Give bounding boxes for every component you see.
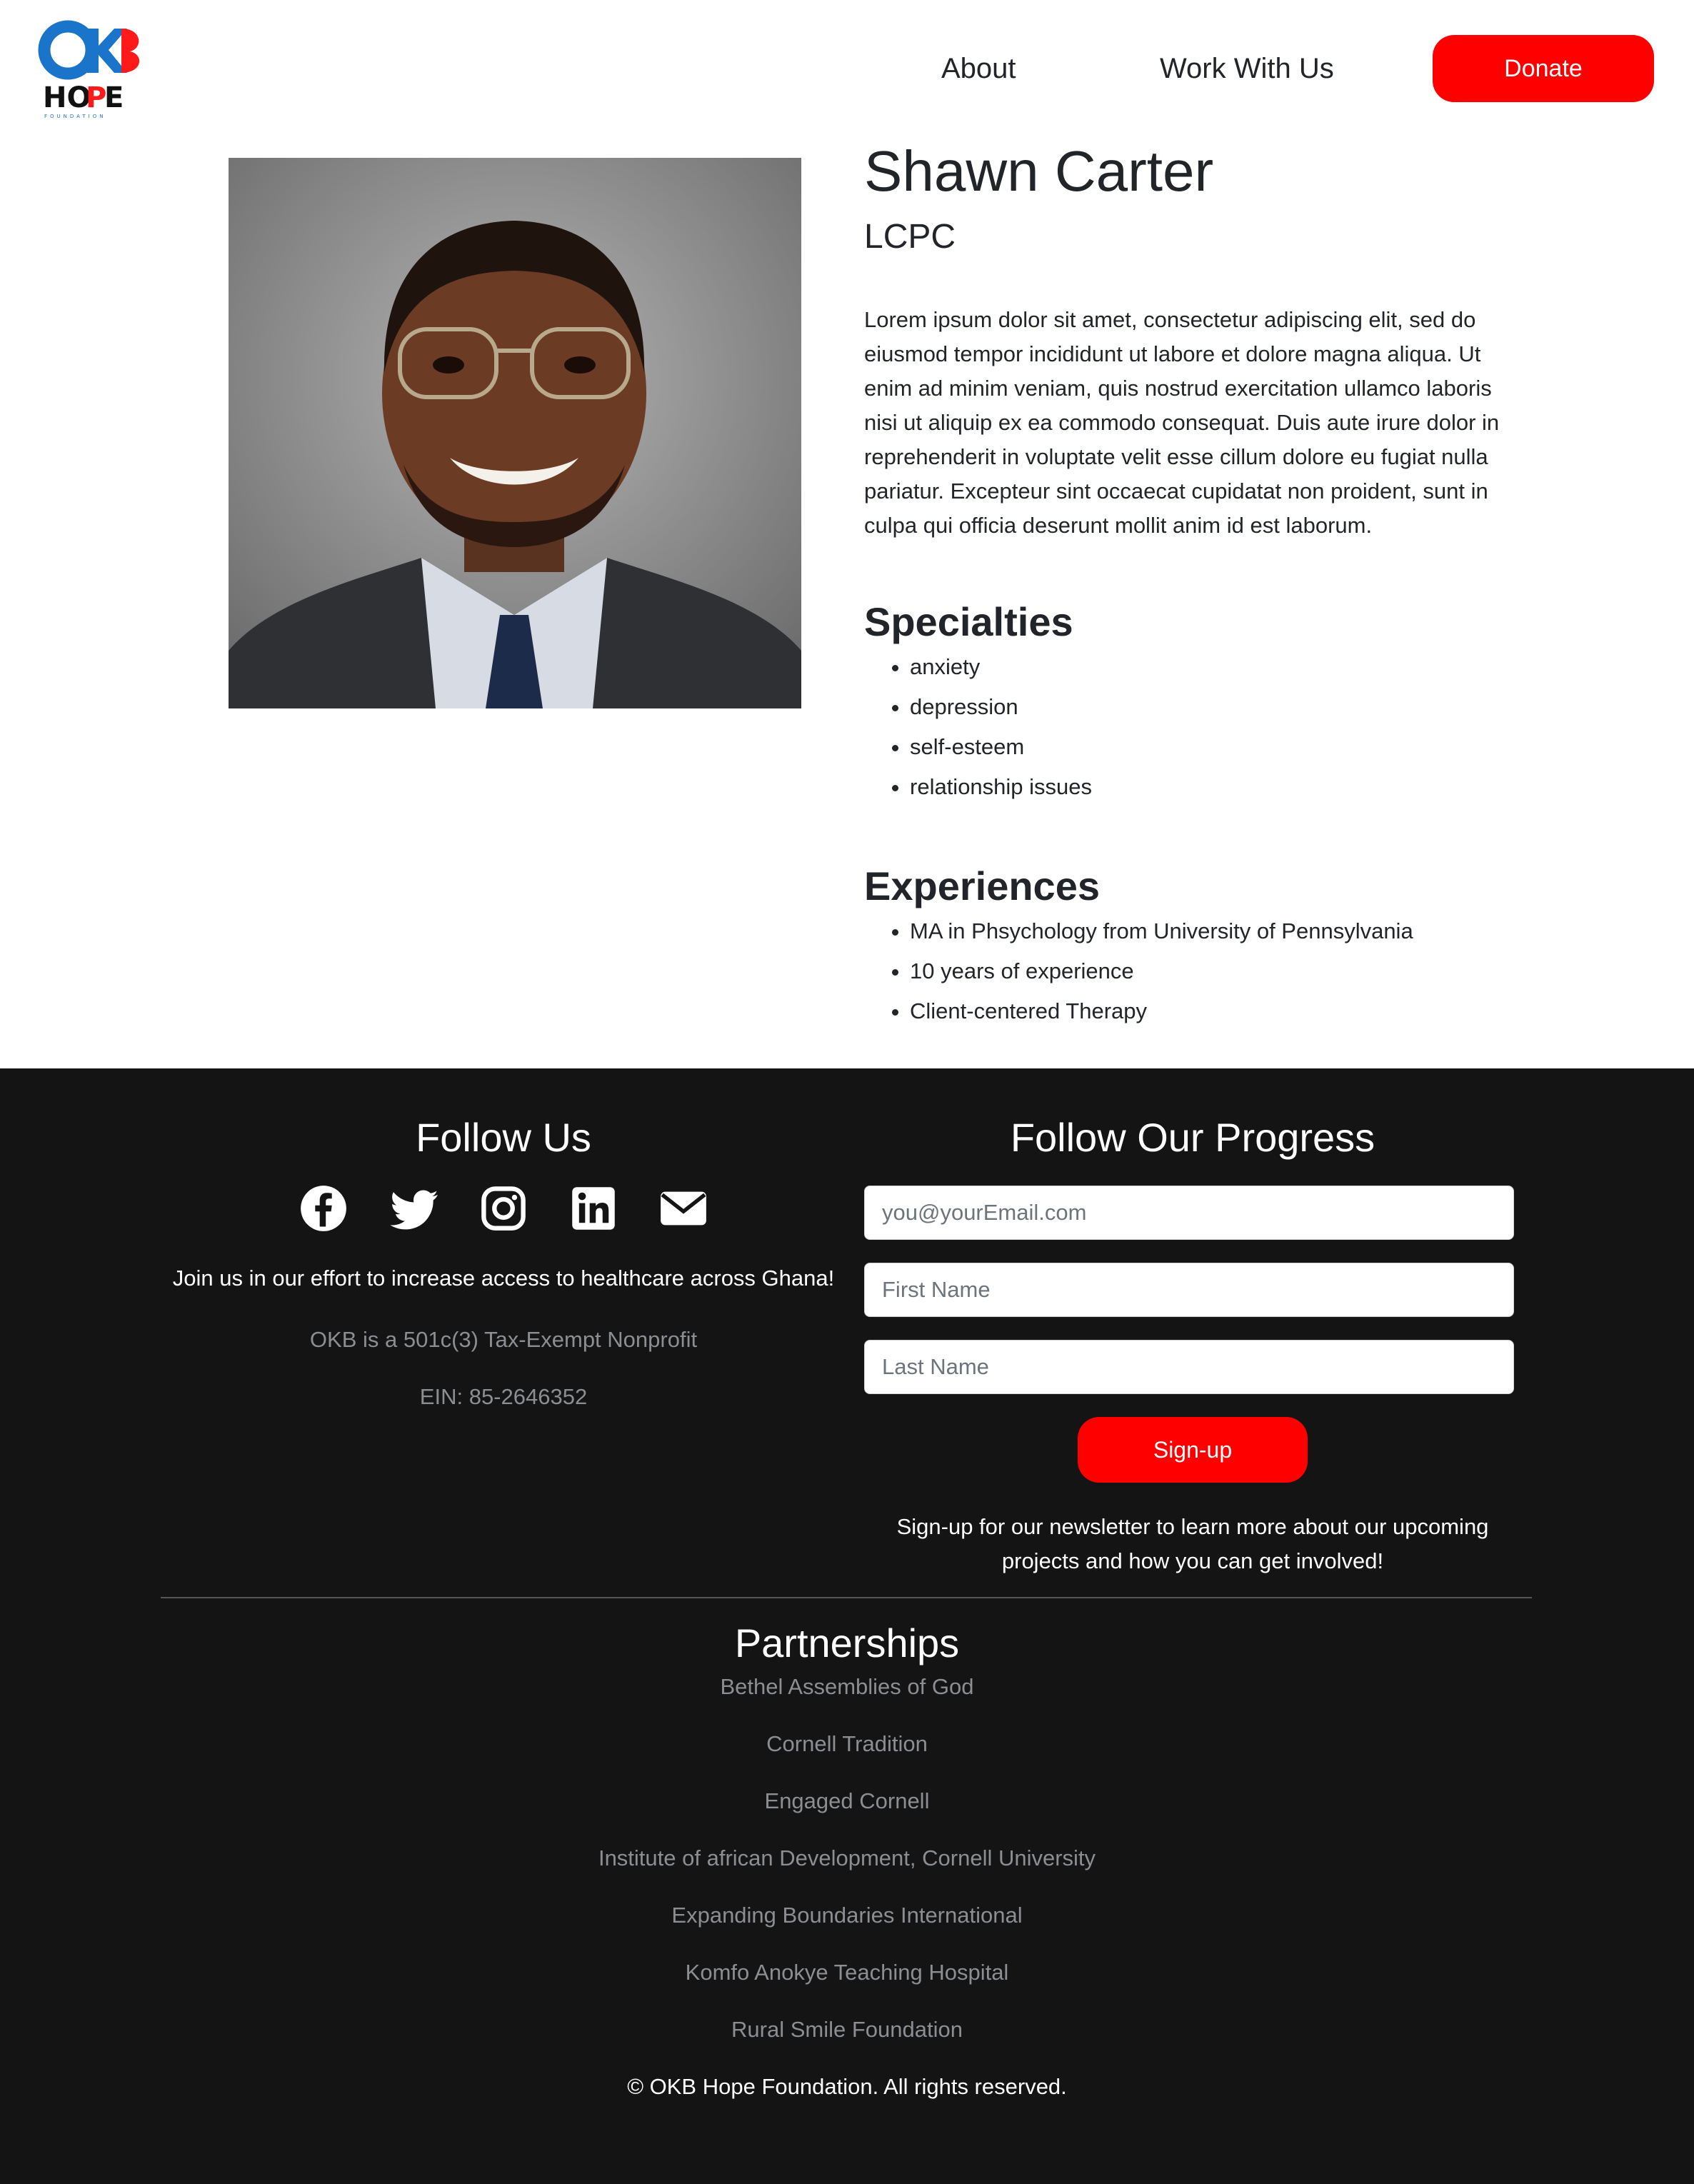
site-footer: Follow Us Join us in our effort to incre… [0,1068,1694,2184]
copyright-text: © OKB Hope Foundation. All rights reserv… [627,2074,1067,2099]
signup-button[interactable]: Sign-up [1078,1417,1308,1483]
nav-work-with-us[interactable]: Work With Us [1160,50,1334,87]
follow-us-heading: Follow Us [416,1115,591,1160]
specialties-list: anxiety depression self-esteem relations… [910,647,1521,807]
newsletter-column: Follow Our Progress Sign-up Sign-up for … [864,1068,1521,1578]
profile-bio: Lorem ipsum dolor sit amet, consectetur … [864,307,1500,538]
first-name-field[interactable] [864,1263,1514,1317]
partner-item[interactable]: Engaged Cornell [0,1787,1694,1815]
follow-progress-heading: Follow Our Progress [1010,1115,1375,1160]
social-links [161,1184,846,1233]
twitter-icon[interactable] [389,1184,438,1233]
svg-text:FOUNDATION: FOUNDATION [44,114,106,119]
experiences-heading: Experiences [864,863,1100,908]
partnerships-heading: Partnerships [734,1621,960,1665]
logo-graphic: HO P E FOUNDATION [38,20,140,119]
profile-photo [229,158,801,708]
linkedin-icon[interactable] [569,1184,618,1233]
follow-us-column: Follow Us Join us in our effort to incre… [161,1068,846,1411]
nav-about[interactable]: About [941,50,1016,87]
donate-button[interactable]: Donate [1433,35,1654,102]
partner-item[interactable]: Expanding Boundaries International [0,1901,1694,1930]
specialty-item: depression [910,687,1521,727]
partner-item[interactable]: Bethel Assemblies of God [0,1673,1694,1701]
experience-item: Client-centered Therapy [910,991,1521,1031]
ein-text: EIN: 85-2646352 [419,1384,588,1409]
experience-item: MA in Phsychology from University of Pen… [910,911,1521,951]
partnerships-section: Partnerships Bethel Assemblies of God Co… [0,1618,1694,2101]
svg-text:HO: HO [43,81,91,114]
partner-item[interactable]: Komfo Anokye Teaching Hospital [0,1958,1694,1987]
profile-credentials: LCPC [864,218,956,256]
tax-status-text: OKB is a 501c(3) Tax-Exempt Nonprofit [309,1327,698,1352]
svg-text:E: E [104,81,124,114]
email-field[interactable] [864,1186,1514,1240]
newsletter-text: Sign-up for our newsletter to learn more… [896,1514,1489,1573]
instagram-icon[interactable] [479,1184,528,1233]
partner-item[interactable]: Cornell Tradition [0,1730,1694,1758]
experience-item: 10 years of experience [910,951,1521,991]
specialty-item: anxiety [910,647,1521,687]
footer-divider [161,1597,1532,1598]
specialty-item: self-esteem [910,727,1521,767]
specialties-heading: Specialties [864,599,1073,644]
portrait-illustration [229,158,801,708]
okb-hope-logo[interactable]: HO P E FOUNDATION [36,16,143,123]
site-header: HO P E FOUNDATION About Work With Us Don… [0,0,1694,136]
facebook-icon[interactable] [299,1184,348,1233]
profile-info: Shawn Carter LCPC Lorem ipsum dolor sit … [864,136,1521,1031]
svg-text:P: P [86,81,106,114]
experiences-list: MA in Phsychology from University of Pen… [910,911,1521,1031]
last-name-field[interactable] [864,1340,1514,1394]
profile-name: Shawn Carter [864,139,1214,203]
partner-item[interactable]: Rural Smile Foundation [0,2015,1694,2044]
join-text: Join us in our effort to increase access… [172,1266,835,1291]
specialty-item: relationship issues [910,767,1521,807]
envelope-icon[interactable] [659,1184,708,1233]
partner-item[interactable]: Institute of african Development, Cornel… [0,1844,1694,1873]
